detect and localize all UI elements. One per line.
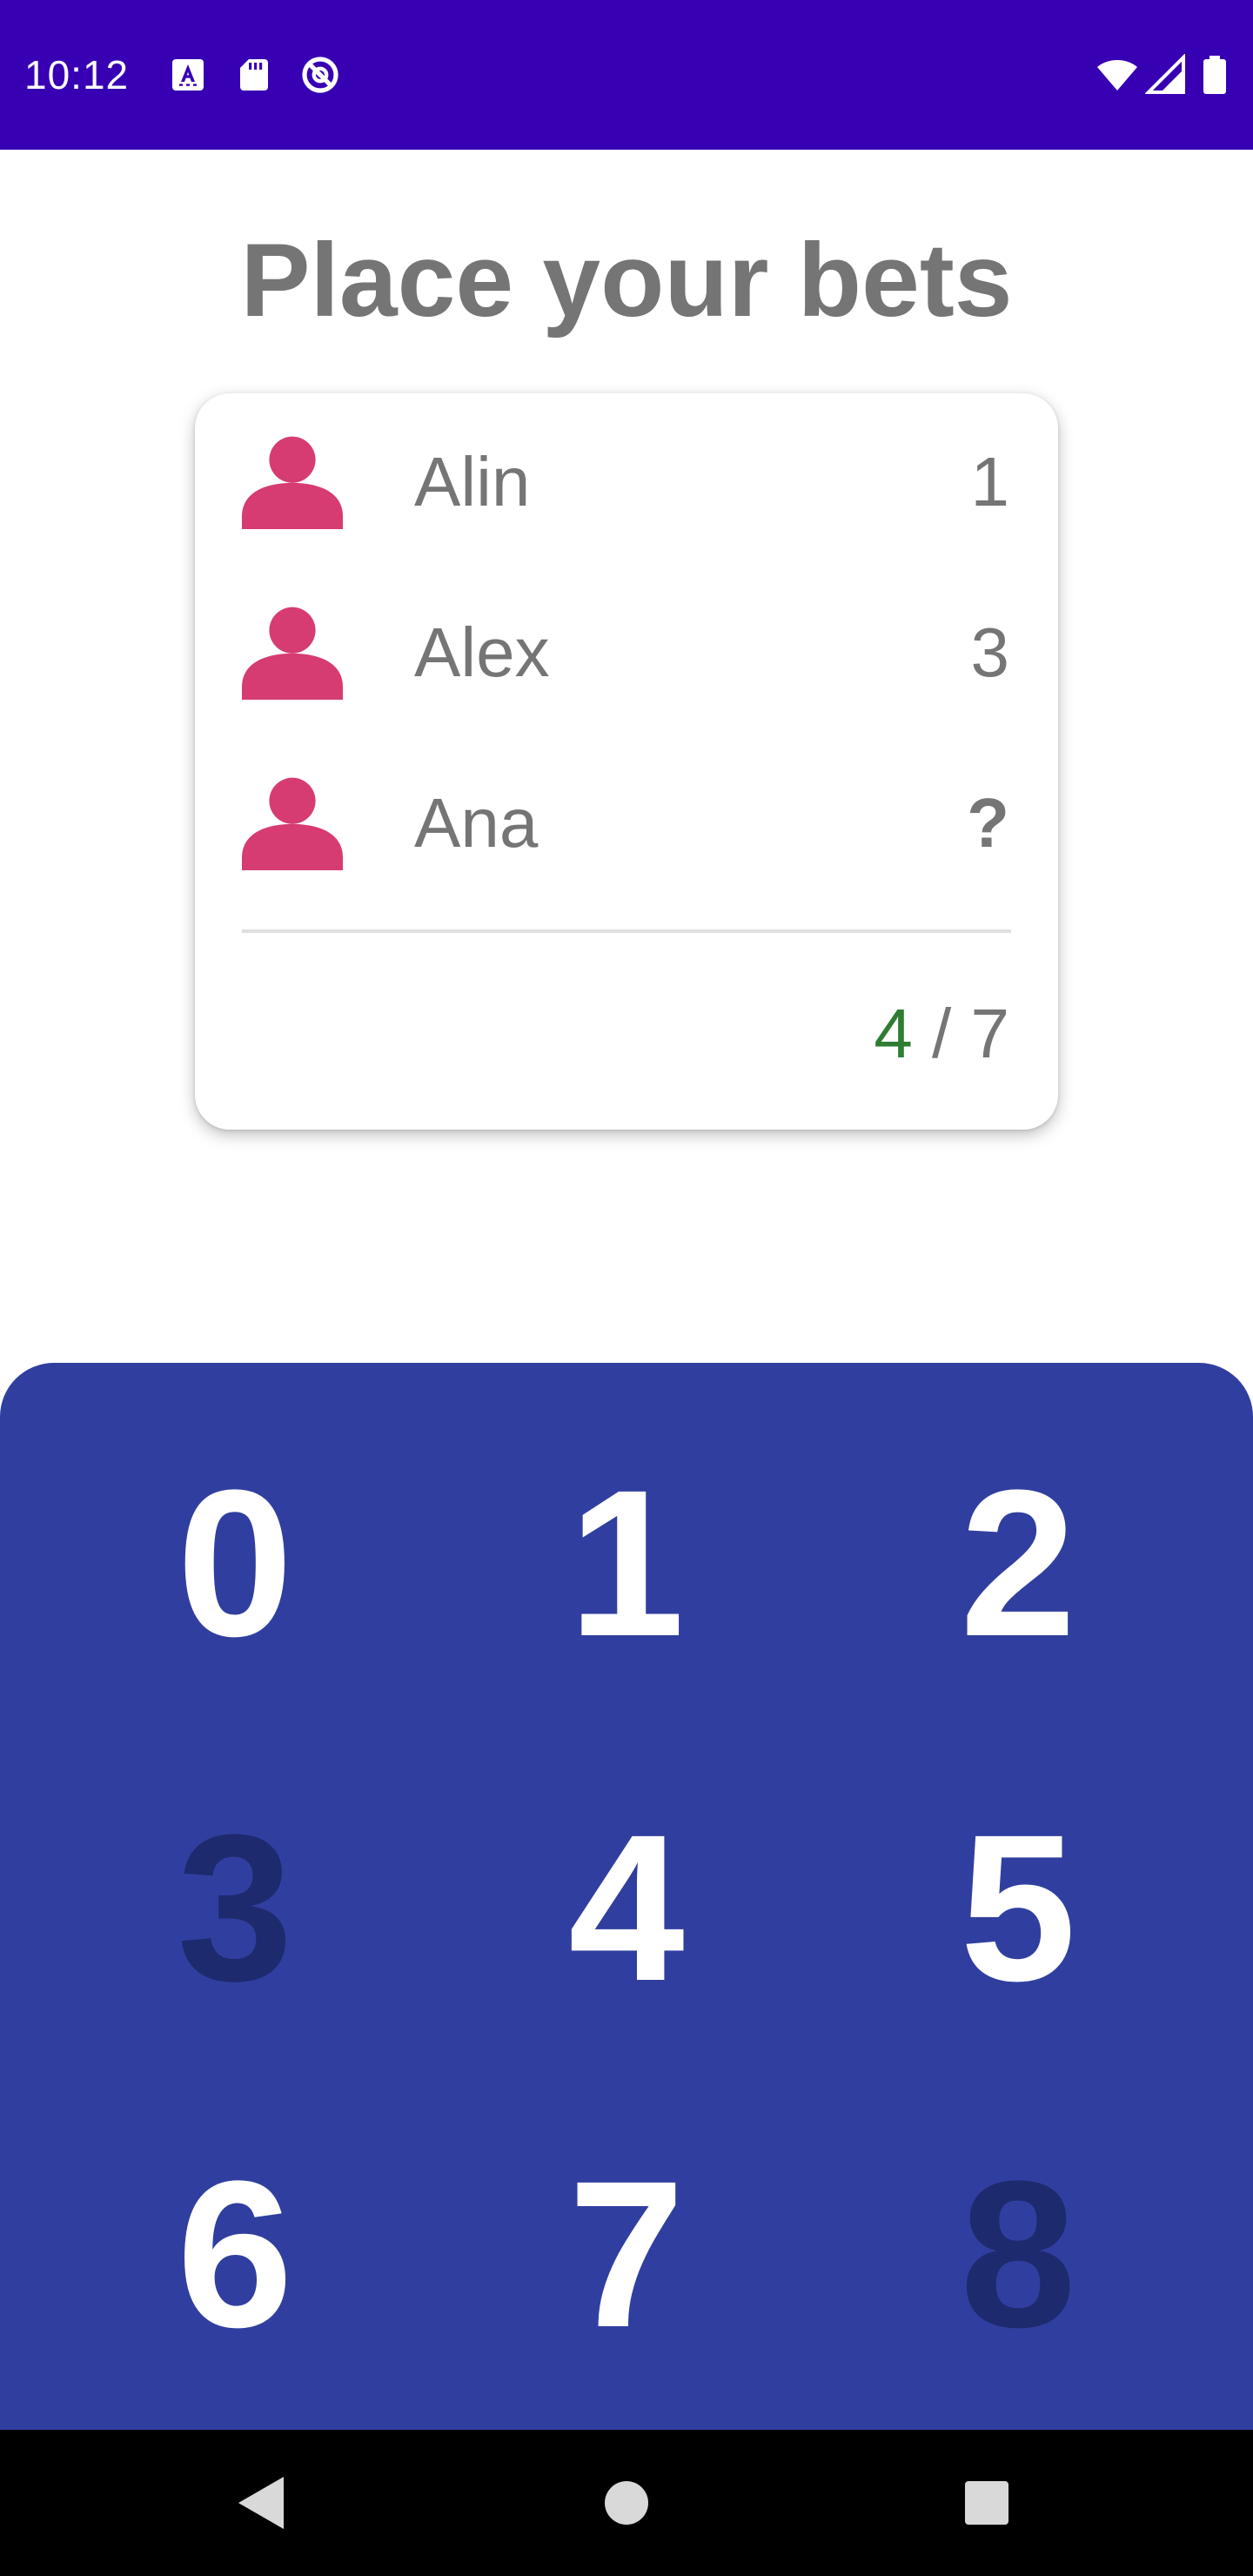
key-3-button: 3 xyxy=(177,1791,293,2024)
player-bet: ? xyxy=(967,784,1009,862)
player-name: Alin xyxy=(414,443,531,520)
do-not-disturb-icon xyxy=(299,54,341,96)
wifi-icon xyxy=(1093,54,1142,96)
key-8-button: 8 xyxy=(960,2137,1076,2371)
key-0-button[interactable]: 0 xyxy=(78,1450,392,1676)
person-icon xyxy=(242,428,343,529)
player-name: Alex xyxy=(414,614,550,691)
sd-card-icon xyxy=(233,54,275,96)
keyboard-a-icon xyxy=(167,54,209,96)
person-icon xyxy=(242,769,343,870)
battery-icon xyxy=(1199,54,1230,96)
recents-icon[interactable] xyxy=(952,2468,1022,2538)
key-5-button[interactable]: 5 xyxy=(861,1794,1175,2021)
key-4-button[interactable]: 4 xyxy=(470,1794,783,2021)
player-row: Alex 3 xyxy=(195,564,1058,735)
player-row: Ana ? xyxy=(195,735,1058,905)
home-icon[interactable] xyxy=(592,2468,661,2538)
bets-total-current: 4 xyxy=(874,995,913,1072)
key-7-button[interactable]: 7 xyxy=(470,2141,783,2367)
key-1-button[interactable]: 1 xyxy=(470,1450,783,1676)
bets-card: Alin 1 Alex 3 Ana ? 4 / 7 xyxy=(195,393,1058,1130)
status-bar: 10:12 xyxy=(0,0,1253,150)
navigation-bar xyxy=(0,2430,1253,2576)
signal-icon xyxy=(1145,54,1187,96)
number-pad: 0 1 2 3 4 5 6 7 8 xyxy=(0,1363,1253,2430)
key-2-button[interactable]: 2 xyxy=(861,1450,1175,1676)
player-bet: 1 xyxy=(970,443,1010,520)
status-time: 10:12 xyxy=(24,52,130,97)
bets-total: 4 / 7 xyxy=(874,994,1009,1074)
player-name: Ana xyxy=(414,784,539,862)
player-row: Alin 1 xyxy=(195,393,1058,564)
player-bet: 3 xyxy=(970,614,1010,691)
bets-total-separator: / xyxy=(912,995,971,1072)
key-6-button[interactable]: 6 xyxy=(78,2141,392,2367)
back-icon[interactable] xyxy=(226,2468,296,2538)
bets-total-max: 7 xyxy=(970,995,1010,1072)
card-divider xyxy=(242,929,1011,933)
page-title: Place your bets xyxy=(240,222,1013,339)
person-icon xyxy=(242,599,343,700)
